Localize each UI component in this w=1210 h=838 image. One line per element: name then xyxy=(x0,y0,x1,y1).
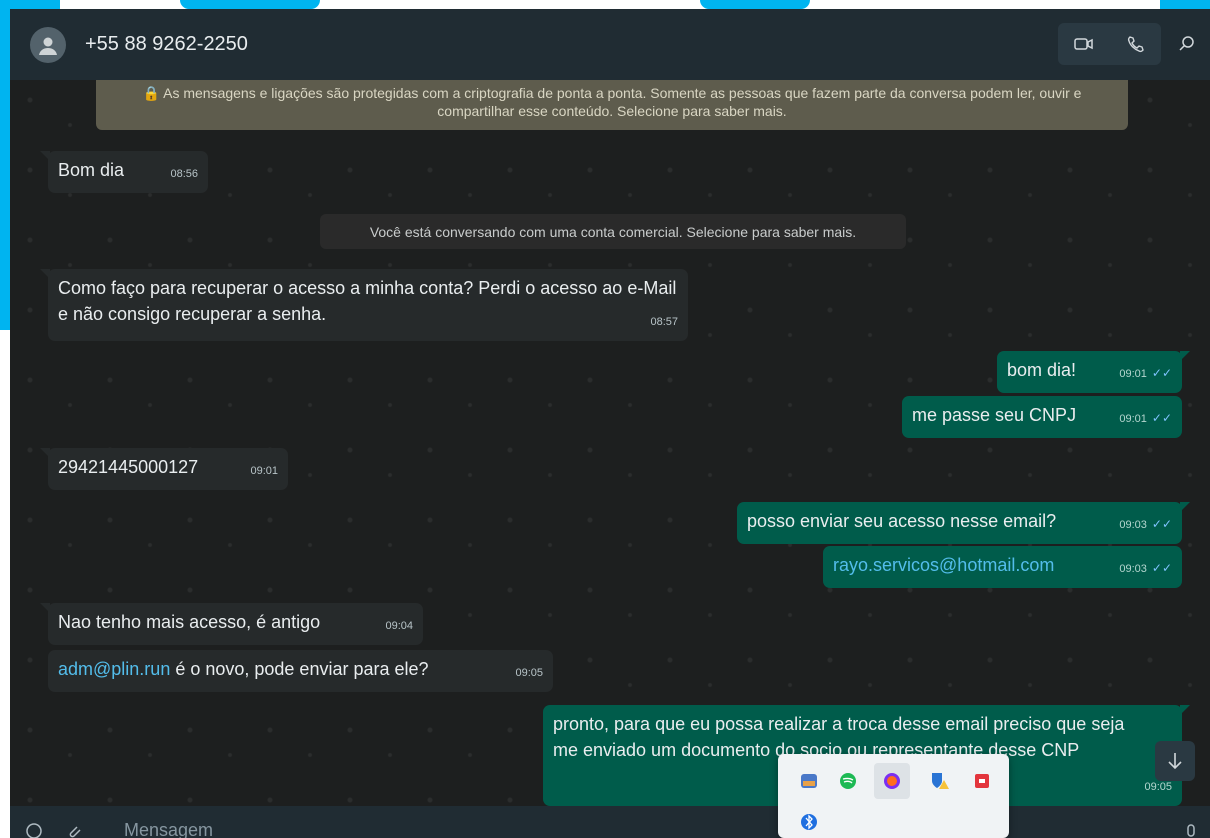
mic-icon[interactable] xyxy=(1185,824,1197,838)
message-bubble[interactable]: Bom dia 08:56 xyxy=(40,151,208,193)
app-icon[interactable] xyxy=(791,763,827,799)
encryption-notice[interactable]: 🔒 As mensagens e ligações são protegidas… xyxy=(96,80,1128,130)
call-buttons xyxy=(1058,23,1161,65)
firefox-icon[interactable] xyxy=(874,763,910,799)
message-text: 29421445000127 xyxy=(58,457,199,477)
email-link[interactable]: rayo.servicos@hotmail.com xyxy=(833,555,1054,575)
composer-bar: Mensagem xyxy=(10,806,1210,838)
message-bubble[interactable]: Nao tenho mais acesso, é antigo 09:04 xyxy=(40,603,423,645)
desktop-bg-shape xyxy=(700,0,810,9)
message-text: é o novo, pode enviar para ele? xyxy=(170,659,429,679)
message-time: 09:01 xyxy=(250,465,278,477)
message-time: 09:03 xyxy=(1119,563,1147,575)
bluetooth-icon[interactable] xyxy=(791,804,827,838)
message-time: 08:56 xyxy=(170,168,198,180)
message-text: posso enviar seu acesso nesse email? xyxy=(747,511,1057,531)
message-time: 09:03 xyxy=(1119,519,1147,531)
security-warning-icon[interactable] xyxy=(922,763,958,799)
search-icon[interactable] xyxy=(1172,29,1202,59)
message-time: 09:01 xyxy=(1119,368,1147,380)
message-time: 09:04 xyxy=(385,620,413,632)
message-list[interactable]: 🔒 As mensagens e ligações são protegidas… xyxy=(10,80,1210,806)
emoji-icon[interactable] xyxy=(25,822,43,838)
message-text: Bom dia xyxy=(58,160,125,180)
spotify-icon[interactable] xyxy=(830,763,866,799)
contact-name[interactable]: +55 88 9262-2250 xyxy=(85,33,248,56)
message-text: Nao tenho mais acesso, é antigo xyxy=(58,612,321,632)
video-call-icon[interactable] xyxy=(1064,24,1104,64)
message-bubble[interactable]: 29421445000127 09:01 xyxy=(40,448,288,490)
chat-header: +55 88 9262-2250 xyxy=(10,9,1210,80)
message-input[interactable]: Mensagem xyxy=(124,820,213,838)
read-ticks-icon: ✓✓ xyxy=(1151,366,1172,380)
whatsapp-window: +55 88 9262-2250 🔒 As mensagens e ligaçõ… xyxy=(10,9,1210,838)
read-ticks-icon: ✓✓ xyxy=(1151,517,1172,531)
avatar-icon[interactable] xyxy=(30,27,66,63)
arrow-down-icon xyxy=(1168,753,1182,770)
message-time: 08:57 xyxy=(650,316,678,328)
message-bubble[interactable]: bom dia! 09:01 ✓✓ xyxy=(997,351,1190,393)
message-time: 09:05 xyxy=(515,667,543,679)
attach-icon[interactable] xyxy=(65,822,83,838)
business-notice[interactable]: Você está conversando com uma conta come… xyxy=(320,214,906,249)
message-bubble[interactable]: Como faço para recuperar o acesso a minh… xyxy=(40,269,688,341)
media-icon[interactable] xyxy=(964,763,1000,799)
message-time: 09:01 xyxy=(1119,413,1147,425)
read-ticks-icon: ✓✓ xyxy=(1151,561,1172,575)
message-text: bom dia! xyxy=(1007,360,1077,380)
message-bubble[interactable]: posso enviar seu acesso nesse email? 09:… xyxy=(737,502,1190,544)
message-text: me passe seu CNPJ xyxy=(912,405,1077,425)
email-link[interactable]: adm@plin.run xyxy=(58,659,170,679)
read-ticks-icon: ✓✓ xyxy=(1151,411,1172,425)
system-tray-popup xyxy=(778,754,1009,838)
message-bubble[interactable]: me passe seu CNPJ 09:01 ✓✓ xyxy=(902,396,1182,438)
message-bubble[interactable]: adm@plin.run é o novo, pode enviar para … xyxy=(48,650,553,692)
desktop-bg-shape xyxy=(180,0,320,9)
voice-call-icon[interactable] xyxy=(1115,24,1155,64)
scroll-down-button[interactable] xyxy=(1155,741,1195,781)
message-text: Como faço para recuperar o acesso a minh… xyxy=(58,278,677,324)
message-bubble[interactable]: rayo.servicos@hotmail.com 09:03 ✓✓ xyxy=(823,546,1182,588)
